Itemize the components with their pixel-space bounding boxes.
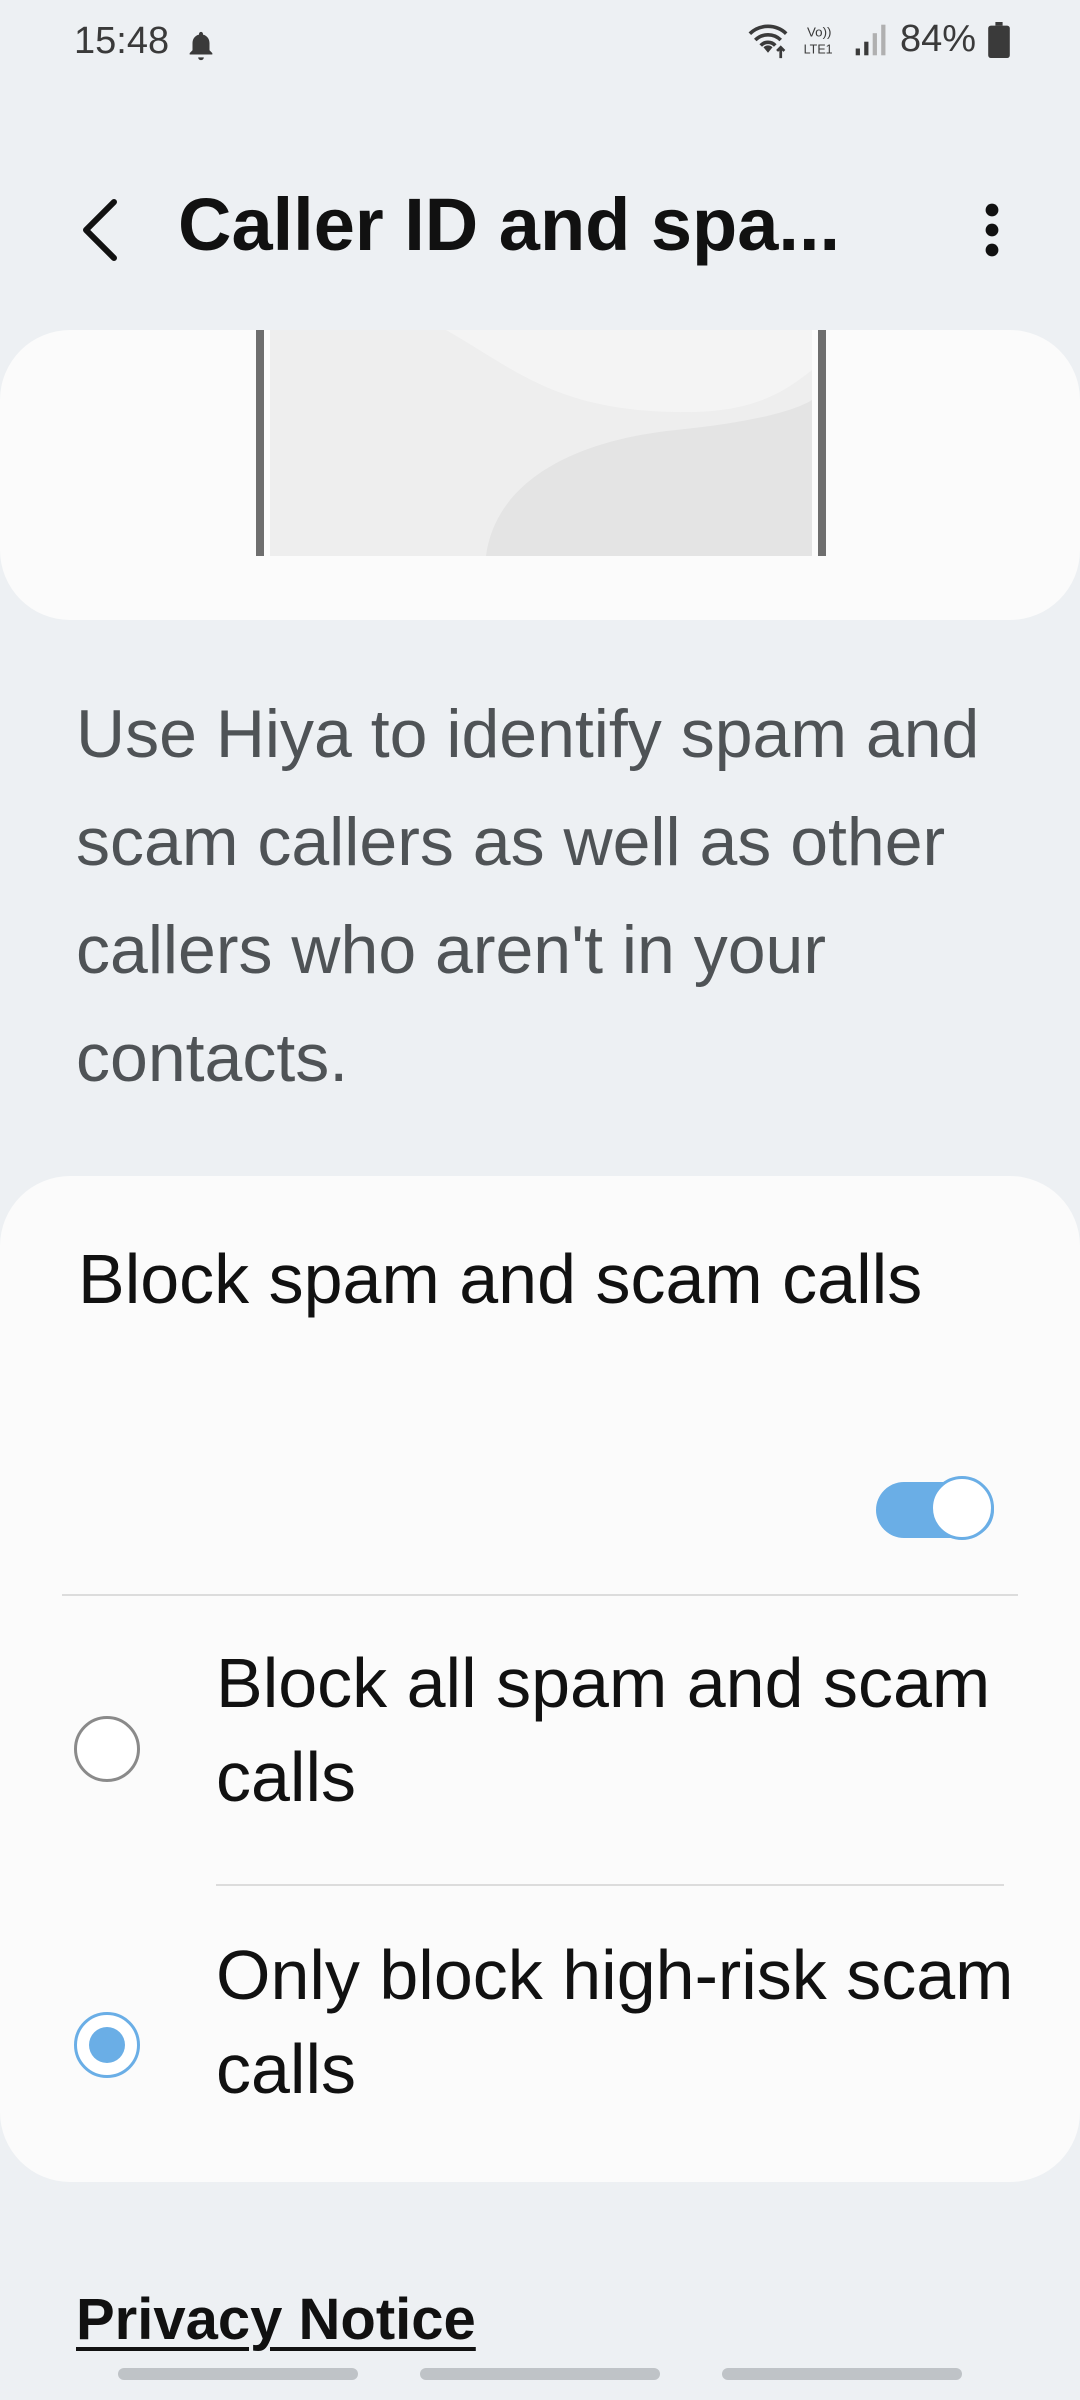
radio-button-selected[interactable]: [74, 2012, 140, 2078]
back-button[interactable]: [60, 190, 140, 270]
status-indicators: Vo)) LTE1 84%: [746, 18, 1010, 61]
more-options-button[interactable]: [952, 190, 1032, 270]
svg-text:Vo)): Vo)): [807, 24, 831, 39]
option-label: Block all spam and scam calls: [216, 1644, 991, 1816]
block-settings-card: Block spam and scam calls Block all spam…: [0, 1176, 1080, 2182]
bell-icon: [189, 31, 213, 61]
radio-dot: [89, 2027, 125, 2063]
nav-recents-bar[interactable]: [118, 2368, 358, 2380]
wifi-icon: [748, 24, 788, 58]
status-bar: 15:48 Vo)) LTE1 84%: [0, 0, 1080, 92]
option-high-risk-only[interactable]: Only block high-risk scam calls: [0, 1892, 1080, 2162]
radio-button-unselected[interactable]: [74, 1716, 140, 1782]
battery-percent: 84%: [899, 18, 976, 60]
block-spam-title[interactable]: Block spam and scam calls: [78, 1232, 938, 1326]
page-title: Caller ID and spa...: [178, 183, 841, 266]
nav-home-bar[interactable]: [420, 2368, 660, 2380]
nav-back-bar[interactable]: [722, 2368, 962, 2380]
battery-icon: [988, 21, 1010, 58]
illustration-card: [0, 330, 1080, 620]
status-time: 15:48: [74, 20, 170, 62]
privacy-notice-link[interactable]: Privacy Notice: [76, 2286, 476, 2353]
chevron-left-icon: [83, 199, 117, 261]
option-divider: [216, 1884, 1004, 1886]
option-label: Only block high-risk scam calls: [216, 1936, 1014, 2108]
more-vert-icon: [985, 203, 999, 257]
block-spam-toggle[interactable]: [876, 1476, 994, 1544]
description-text: Use Hiya to identify spam and scam calle…: [76, 696, 980, 1096]
svg-text:LTE1: LTE1: [804, 42, 833, 56]
option-block-all[interactable]: Block all spam and scam calls: [0, 1616, 1080, 1886]
toggle-thumb: [930, 1476, 994, 1540]
volte-icon: Vo)) LTE1: [804, 24, 833, 56]
divider: [62, 1594, 1018, 1596]
app-bar: Caller ID and spa...: [0, 160, 1080, 300]
phone-illustration: [256, 330, 826, 556]
signal-icon: [855, 24, 886, 55]
